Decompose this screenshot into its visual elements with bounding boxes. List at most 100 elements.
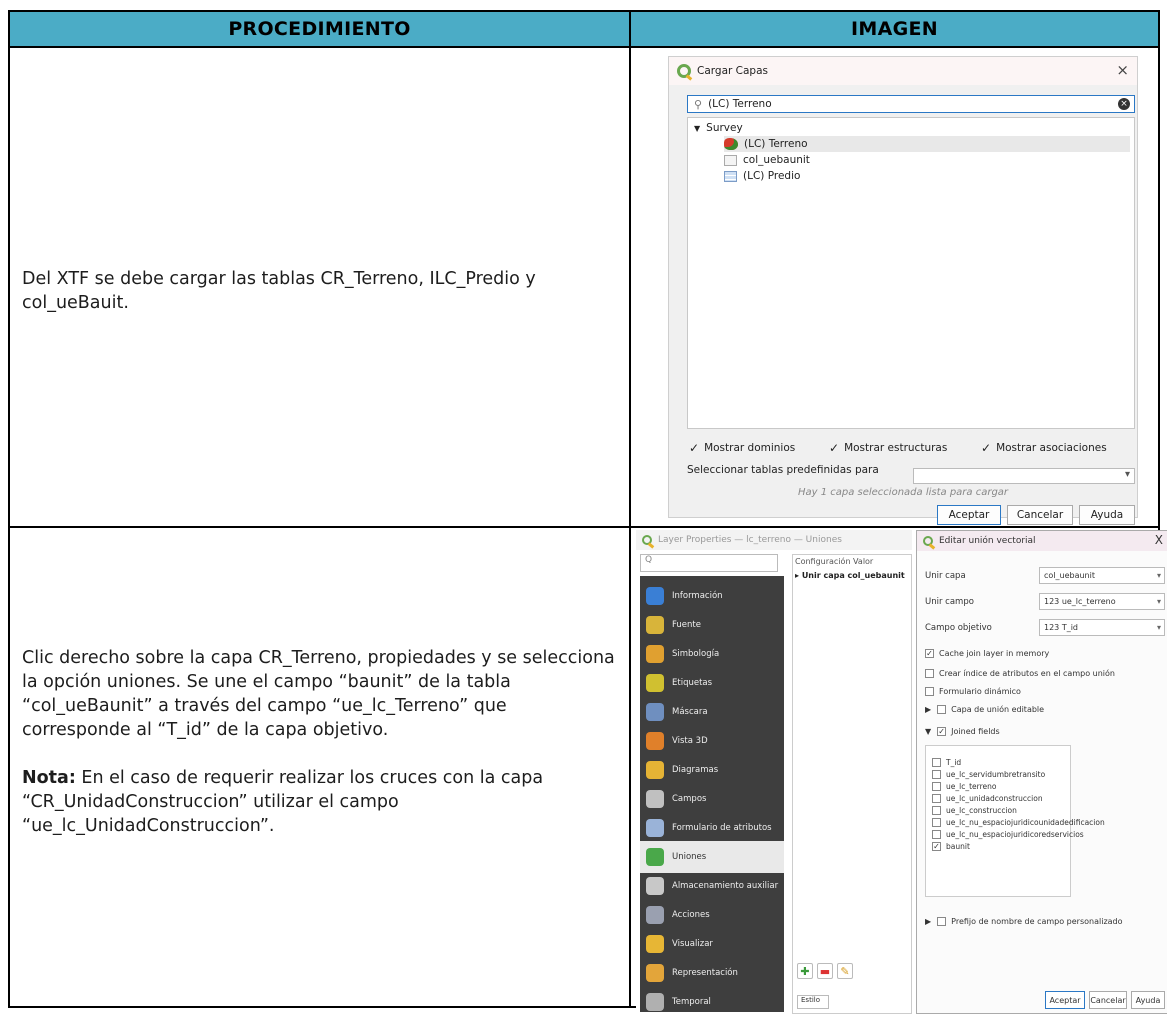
sidebar-item-icon [646,674,664,692]
sidebar-item[interactable]: Etiquetas [640,667,784,699]
sidebar-item-label: Vista 3D [672,736,708,746]
joined-fields-toggle[interactable]: ▼ ✓ Joined fields [925,727,1000,736]
sidebar-item[interactable]: Máscara [640,696,784,728]
join-layer-label: Unir capa [925,571,966,581]
edit-join-icon[interactable]: ✎ [837,963,853,979]
checkbox-icon [932,782,941,791]
dynamic-form-option[interactable]: Formulario dinámico [925,687,1021,696]
sidebar-item-label: Información [672,591,723,601]
option-label: Prefijo de nombre de campo personalizado [951,917,1123,926]
sidebar-item-icon [646,587,664,605]
predefined-select[interactable] [913,468,1135,484]
join-row[interactable]: ▸ Unir capa col_uebaunit [795,571,905,580]
joined-field-item[interactable]: ue_lc_nu_espaciojuridicoredservicios [932,830,1084,839]
joined-field-label: baunit [946,842,970,851]
tree-item-predio[interactable]: (LC) Predio [724,168,800,184]
sidebar-item-icon [646,906,664,924]
tree-item-terreno[interactable]: (LC) Terreno [724,136,1130,152]
check-show-associations[interactable]: ✓ Mostrar asociaciones [981,441,1107,455]
joined-field-item[interactable]: ue_lc_nu_espaciojuridicounidadedificacio… [932,818,1105,827]
joined-field-item[interactable]: ue_lc_servidumbretransito [932,770,1045,779]
checkbox-icon [925,669,934,678]
tree-label: (LC) Predio [743,170,801,182]
sidebar-item-icon [646,790,664,808]
add-join-icon[interactable]: ✚ [797,963,813,979]
joined-field-label: ue_lc_construccion [946,806,1017,815]
sidebar-item[interactable]: Acciones [640,899,784,931]
close-icon[interactable]: X [1155,533,1163,547]
sidebar-item[interactable]: Fuente [640,609,784,641]
close-icon[interactable]: × [1116,61,1129,79]
joined-field-label: ue_lc_nu_espaciojuridicounidadedificacio… [946,818,1105,827]
cache-join-option[interactable]: ✓ Cache join layer in memory [925,649,1049,658]
tree-group-survey[interactable]: ▼ Survey [694,120,743,136]
sidebar-item[interactable]: Formulario de atributos [640,812,784,844]
column-divider [629,12,631,1006]
sidebar-item-icon [646,993,664,1011]
accept-button[interactable]: Aceptar [1045,991,1085,1009]
properties-search-input[interactable]: Q [640,554,778,572]
sidebar-item[interactable]: Representación [640,957,784,989]
style-dropdown[interactable]: Estilo [797,995,829,1009]
custom-prefix-option[interactable]: ▶ Prefijo de nombre de campo personalizad… [925,917,1123,926]
cancel-button[interactable]: Cancelar [1007,505,1073,525]
sidebar-item[interactable]: Vista 3D [640,725,784,757]
sidebar-item[interactable]: Información [640,580,784,612]
sidebar-item[interactable]: Simbología [640,638,784,670]
sidebar-item[interactable]: Campos [640,783,784,815]
check-show-structures[interactable]: ✓ Mostrar estructuras [829,441,947,455]
joined-field-item[interactable]: ue_lc_terreno [932,782,996,791]
joined-fields-group: T_id ue_lc_servidumbretransito ue_lc_terre… [925,745,1105,897]
joined-field-item[interactable]: ue_lc_construccion [932,806,1017,815]
cancel-button[interactable]: Cancelar [1089,991,1127,1009]
checkbox-icon [932,794,941,803]
editable-join-option[interactable]: ▶ Capa de unión editable [925,705,1044,714]
remove-join-icon[interactable]: ▬ [817,963,833,979]
sidebar-item[interactable]: Visualizar [640,928,784,960]
checkmark-icon: ✓ [829,441,840,455]
sidebar-item-icon [646,964,664,982]
table-icon [724,170,737,182]
sidebar-item[interactable]: Almacenamiento auxiliar [640,870,784,902]
joined-field-item[interactable]: ue_lc_unidadconstruccion [932,794,1043,803]
relation-table-icon [724,154,737,166]
join-layer-select[interactable]: col_uebaunit [1039,567,1165,584]
help-button[interactable]: Ayuda [1131,991,1165,1009]
target-field-select[interactable]: 123 T_id [1039,619,1165,636]
sidebar-item[interactable]: Temporal [640,986,784,1014]
polygon-layer-icon [724,138,738,150]
create-index-option[interactable]: Crear índice de atributos en el campo un… [925,669,1115,678]
target-field-label: Campo objetivo [925,623,992,633]
row-1-text: Del XTF se debe cargar las tablas CR_Ter… [22,269,536,313]
note-label: Nota: [22,768,76,788]
checkbox-icon [925,687,934,696]
help-button[interactable]: Ayuda [1079,505,1135,525]
caret-right-icon: ▶ [925,705,932,714]
joined-field-item[interactable]: ✓ baunit [932,842,970,851]
checkbox-icon [932,770,941,779]
joined-field-label: T_id [946,758,962,767]
joined-field-item[interactable]: T_id [932,758,961,767]
join-field-select[interactable]: 123 ue_lc_terreno [1039,593,1165,610]
layer-search-input[interactable]: ⚲ (LC) Terreno × [687,95,1135,113]
accept-button[interactable]: Aceptar [937,505,1001,525]
sidebar-item[interactable]: Uniones [640,841,784,873]
tree-label: Survey [706,122,743,134]
sidebar-item-label: Máscara [672,707,708,717]
row-2-note: Nota: En el caso de requerir realizar lo… [22,766,618,838]
tree-item-uebaunit[interactable]: col_uebaunit [724,152,810,168]
option-label: Crear índice de atributos en el campo un… [939,669,1115,678]
clear-search-icon[interactable]: × [1118,98,1130,110]
joined-field-label: ue_lc_terreno [946,782,997,791]
selection-note: Hay 1 capa seleccionada lista para carga… [797,487,1009,498]
sidebar-item-icon [646,616,664,634]
sidebar-item[interactable]: Diagramas [640,754,784,786]
checkmark-icon: ✓ [689,441,700,455]
sidebar-item-icon [646,703,664,721]
checkbox-icon [937,705,947,714]
search-icon: ⚲ [694,97,703,111]
sidebar-item-label: Visualizar [672,939,713,949]
joins-toolbar: ✚ ▬ ✎ [797,963,853,979]
caret-right-icon: ▶ [925,917,932,926]
check-show-domains[interactable]: ✓ Mostrar dominios [689,441,795,455]
